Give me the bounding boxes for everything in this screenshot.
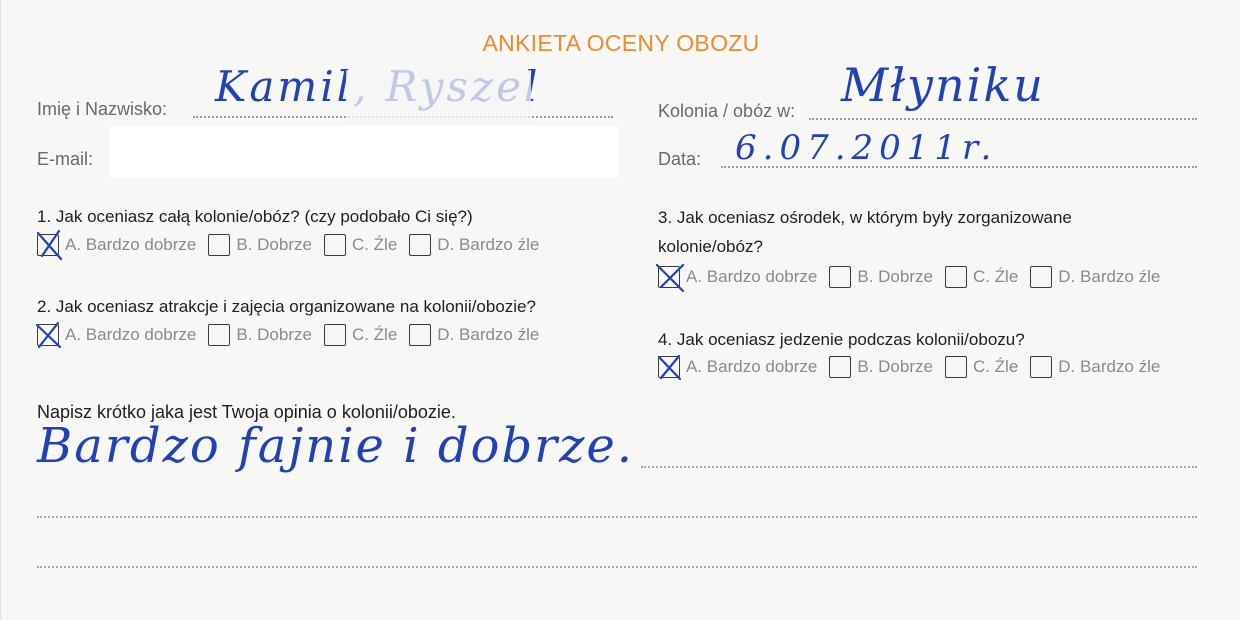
option-label: B. Dobrze	[236, 325, 312, 344]
option-label: D. Bardzo źle	[1058, 267, 1161, 286]
q1-option-a[interactable]: A. Bardzo dobrze	[36, 229, 197, 261]
q2-option-b[interactable]: B. Dobrze	[208, 324, 312, 346]
survey-card: ANKIETA OCENY OBOZU Imię i Nazwisko: Kam…	[0, 0, 1240, 620]
camp-handwriting[interactable]: Młyniku	[841, 58, 1045, 112]
checkmark-x-icon	[657, 354, 682, 381]
checkbox-checked[interactable]	[35, 321, 62, 349]
option-label: A. Bardzo dobrze	[65, 325, 197, 344]
question-1-text: 1. Jak oceniasz całą kolonie/obóz? (czy …	[37, 207, 473, 226]
q4-option-b[interactable]: B. Dobrze	[829, 356, 933, 378]
q2-option-d[interactable]: D. Bardzo źle	[409, 324, 539, 346]
option-label: C. Źle	[351, 325, 398, 344]
checkbox[interactable]	[944, 356, 967, 378]
checkmark-x-icon	[36, 229, 63, 261]
q1-option-c[interactable]: C. Źle	[323, 234, 398, 256]
q1-option-b[interactable]: B. Dobrze	[208, 234, 312, 256]
checkbox-checked[interactable]	[36, 229, 63, 261]
question-3-options: A. Bardzo dobrze B. Dobrze C. Źle D. Bar…	[655, 263, 1172, 293]
q2-option-a[interactable]: A. Bardzo dobrze	[35, 321, 197, 349]
email-label: E-mail:	[37, 149, 94, 169]
q4-option-a[interactable]: A. Bardzo dobrze	[657, 354, 818, 381]
q3-option-a[interactable]: A. Bardzo dobrze	[655, 263, 818, 293]
option-label: D. Bardzo źle	[437, 325, 540, 344]
option-label: B. Dobrze	[857, 357, 933, 376]
name-label: Imię i Nazwisko:	[37, 99, 168, 119]
checkbox[interactable]	[323, 324, 346, 346]
email-redaction	[109, 126, 619, 178]
opinion-line-1	[641, 466, 1197, 468]
q4-option-d[interactable]: D. Bardzo źle	[1030, 356, 1160, 378]
q4-option-c[interactable]: C. Źle	[944, 356, 1019, 378]
question-4-text: 4. Jak oceniasz jedzenie podczas kolonii…	[658, 330, 1025, 349]
option-label: C. Źle	[972, 357, 1019, 376]
q1-option-d[interactable]: D. Bardzo źle	[409, 234, 539, 256]
q3-option-c[interactable]: C. Źle	[944, 266, 1019, 288]
date-handwriting[interactable]: 6.07.2011r.	[735, 128, 997, 168]
opinion-handwriting[interactable]: Bardzo fajnie i dobrze.	[37, 418, 634, 474]
question-3-text-line1: 3. Jak oceniasz ośrodek, w którym były z…	[658, 208, 1072, 227]
opinion-line-3	[37, 566, 1197, 568]
checkbox[interactable]	[944, 266, 967, 288]
option-label: C. Źle	[351, 235, 398, 254]
checkbox[interactable]	[409, 234, 432, 256]
question-4-options: A. Bardzo dobrze B. Dobrze C. Źle D. Bar…	[657, 354, 1172, 381]
question-3-text-line2: kolonie/obóz?	[658, 237, 763, 256]
checkbox[interactable]	[323, 234, 346, 256]
checkbox[interactable]	[208, 234, 231, 256]
checkmark-x-icon	[35, 321, 62, 349]
date-label: Data:	[658, 149, 702, 169]
q3-option-d[interactable]: D. Bardzo źle	[1030, 266, 1160, 288]
checkmark-x-icon	[655, 263, 685, 293]
camp-line	[809, 118, 1197, 120]
camp-label: Kolonia / obóz w:	[658, 101, 796, 121]
option-label: D. Bardzo źle	[1058, 357, 1161, 376]
option-label: D. Bardzo źle	[437, 235, 540, 254]
question-1-options: A. Bardzo dobrze B. Dobrze C. Źle D. Bar…	[36, 229, 551, 261]
checkbox[interactable]	[208, 324, 231, 346]
checkbox[interactable]	[1030, 356, 1053, 378]
checkbox[interactable]	[829, 356, 852, 378]
option-label: A. Bardzo dobrze	[686, 267, 818, 286]
option-label: B. Dobrze	[236, 235, 312, 254]
q3-option-b[interactable]: B. Dobrze	[829, 266, 933, 288]
option-label: A. Bardzo dobrze	[686, 357, 818, 376]
name-redaction	[346, 70, 531, 124]
question-2-options: A. Bardzo dobrze B. Dobrze C. Źle D. Bar…	[35, 321, 551, 349]
checkbox[interactable]	[829, 266, 852, 288]
option-label: B. Dobrze	[857, 267, 933, 286]
form-title: ANKIETA OCENY OBOZU	[482, 30, 760, 56]
checkbox[interactable]	[409, 324, 432, 346]
opinion-line-2	[37, 516, 1197, 518]
option-label: C. Źle	[972, 267, 1019, 286]
option-label: A. Bardzo dobrze	[65, 235, 197, 254]
question-2-text: 2. Jak oceniasz atrakcje i zajęcia organ…	[37, 297, 536, 316]
checkbox-checked[interactable]	[657, 354, 682, 381]
checkbox[interactable]	[1030, 266, 1053, 288]
q2-option-c[interactable]: C. Źle	[323, 324, 398, 346]
checkbox-checked[interactable]	[655, 263, 685, 293]
